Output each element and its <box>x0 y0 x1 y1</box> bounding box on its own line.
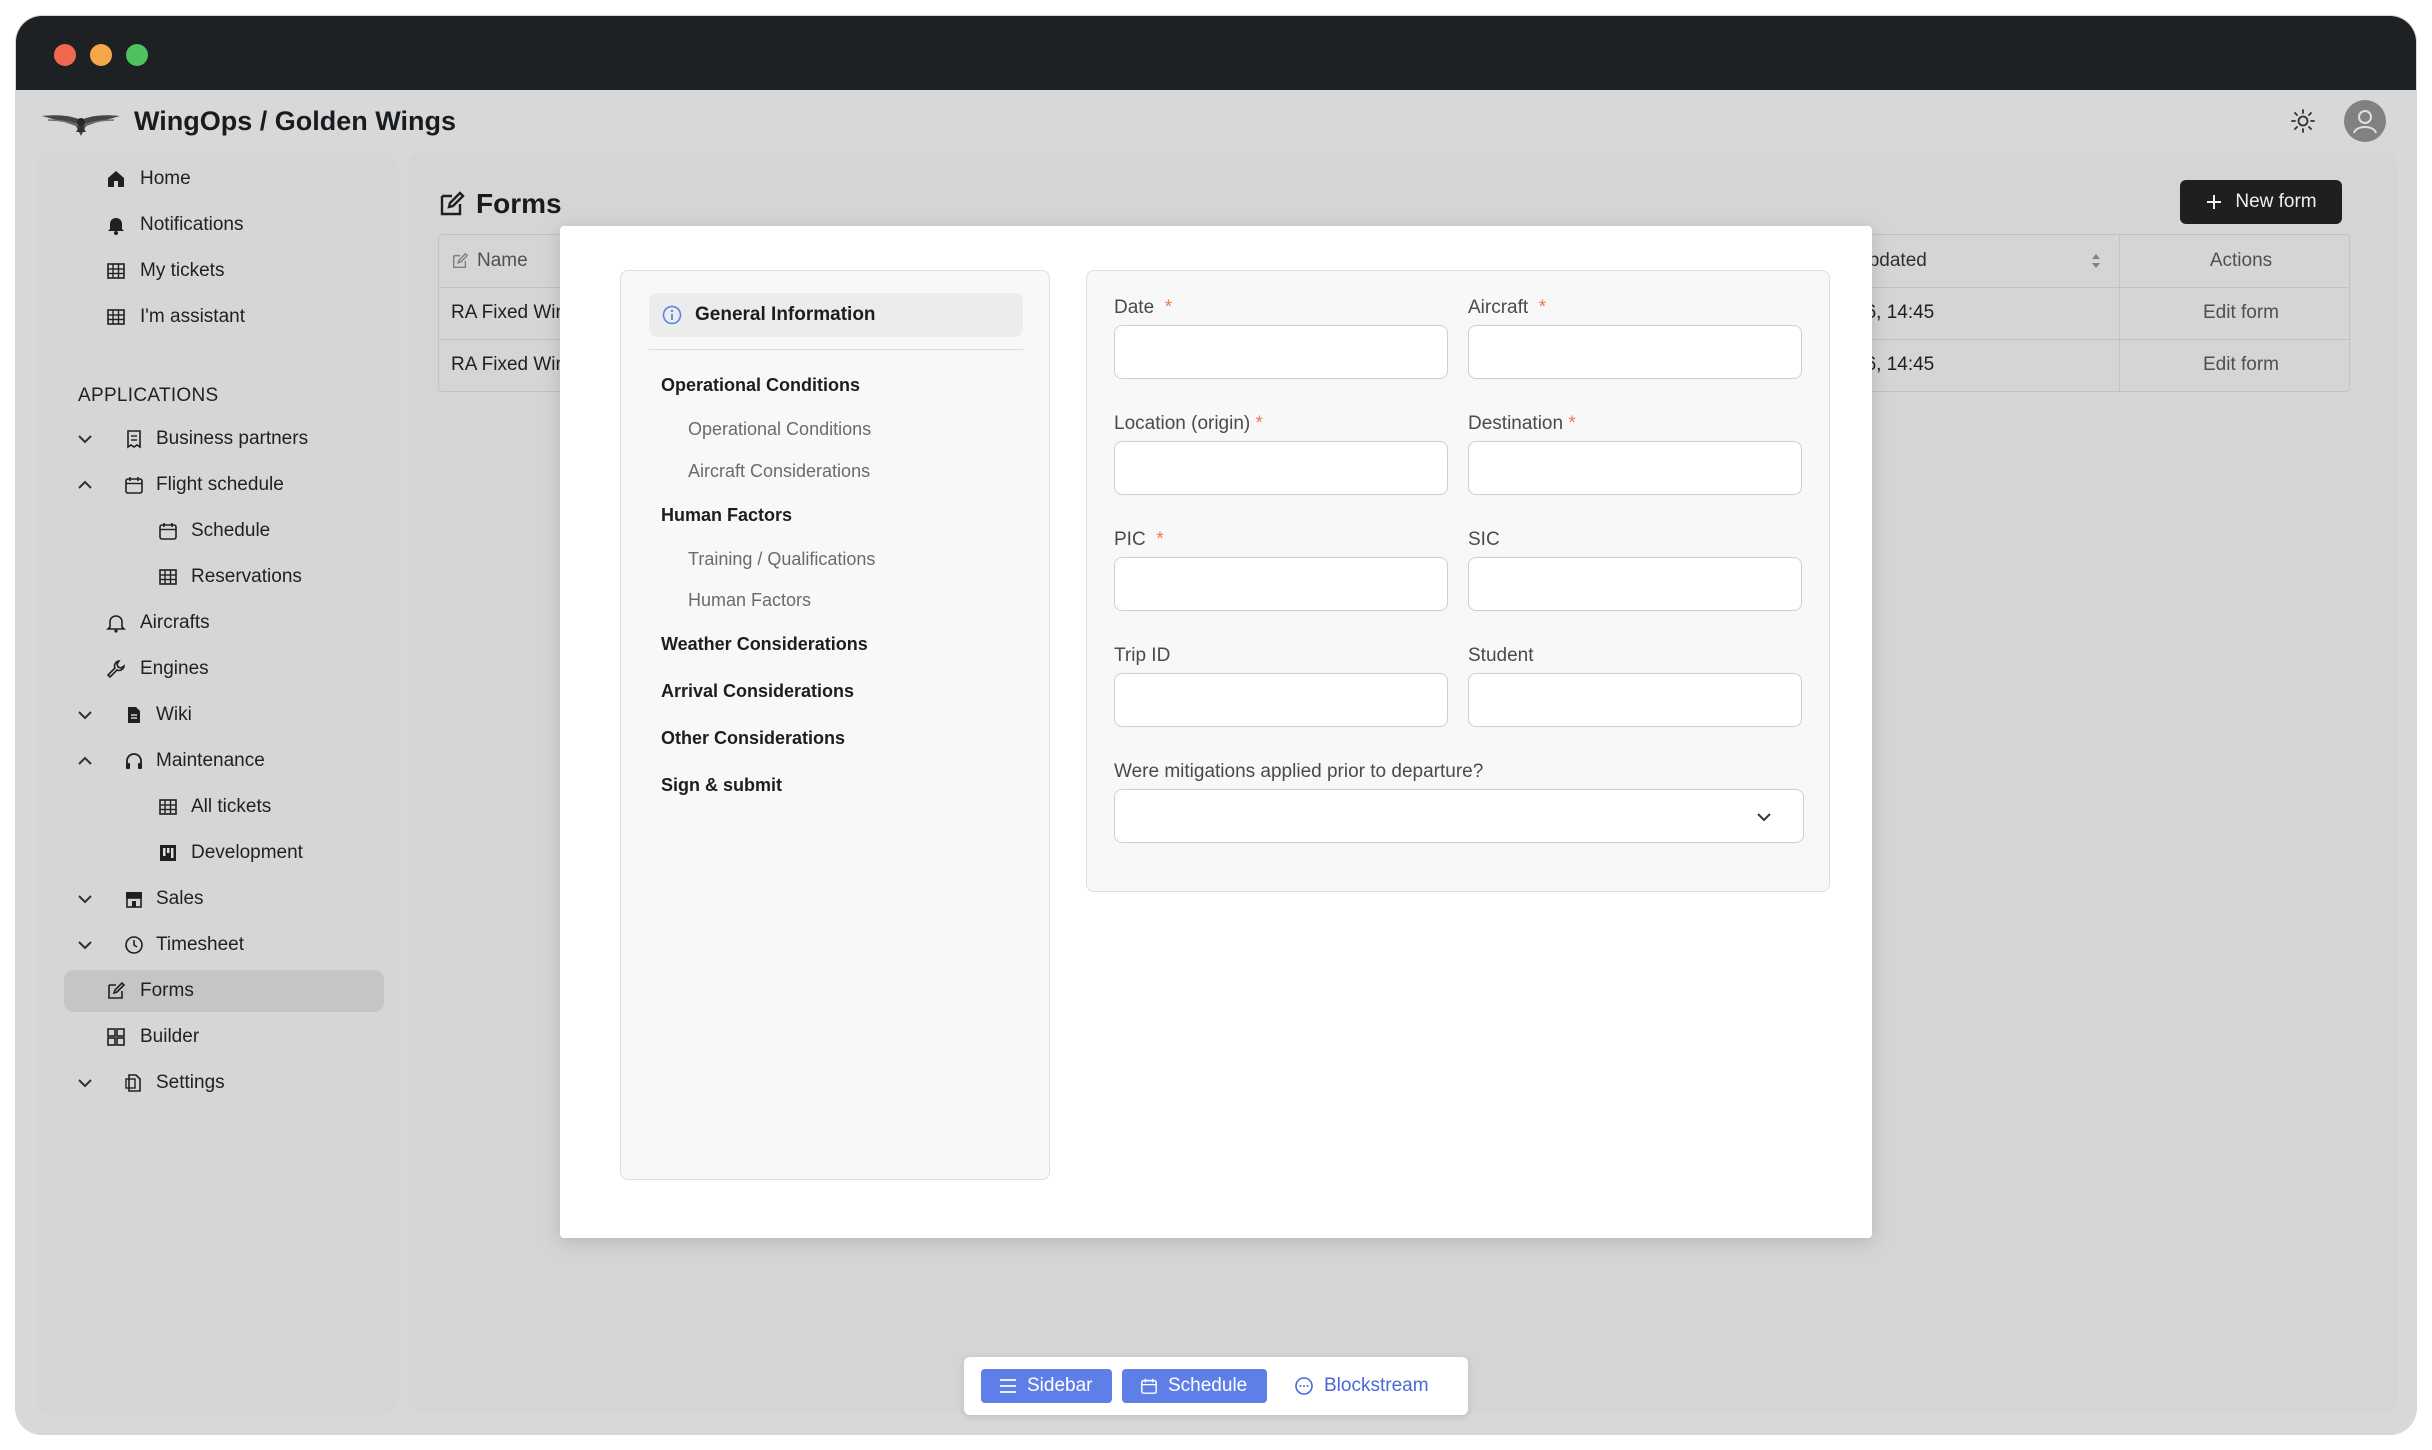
minimize-window-button[interactable] <box>90 44 112 66</box>
student-input[interactable] <box>1468 673 1802 727</box>
app-window: WingOps / Golden Wings Home Notification… <box>16 16 2416 1434</box>
step-arrival-considerations[interactable]: Arrival Considerations <box>661 681 854 702</box>
sic-input[interactable] <box>1468 557 1802 611</box>
step-label: General Information <box>695 304 876 325</box>
step-sign-submit[interactable]: Sign & submit <box>661 775 782 796</box>
chat-icon <box>1295 1377 1313 1395</box>
location-origin-input[interactable] <box>1114 441 1448 495</box>
chevron-down-icon <box>1757 813 1771 822</box>
general-information-form: Date * Aircraft * Location (origin) * De… <box>1086 270 1830 892</box>
destination-input[interactable] <box>1468 441 1802 495</box>
window-titlebar <box>16 16 2416 90</box>
blockstream-label: Blockstream <box>1324 1375 1429 1396</box>
substep-aircraft-considerations[interactable]: Aircraft Considerations <box>688 461 870 482</box>
form-modal: General Information Operational Conditio… <box>560 226 1872 1238</box>
substep-human-factors[interactable]: Human Factors <box>688 590 811 611</box>
date-label: Date * <box>1114 297 1173 318</box>
app-body: WingOps / Golden Wings Home Notification… <box>16 90 2416 1434</box>
mitigations-label: Were mitigations applied prior to depart… <box>1114 761 1484 782</box>
sidebar-toggle-button[interactable]: Sidebar <box>981 1369 1112 1403</box>
trip-id-label: Trip ID <box>1114 645 1171 666</box>
sic-label: SIC <box>1468 529 1500 550</box>
step-operational-conditions[interactable]: Operational Conditions <box>661 375 860 396</box>
student-label: Student <box>1468 645 1534 666</box>
close-window-button[interactable] <box>54 44 76 66</box>
pic-label: PIC * <box>1114 529 1164 550</box>
calendar-icon <box>1141 1378 1157 1394</box>
location-label: Location (origin) * <box>1114 413 1263 434</box>
date-input[interactable] <box>1114 325 1448 379</box>
substep-training-qualifications[interactable]: Training / Qualifications <box>688 549 875 570</box>
step-other-considerations[interactable]: Other Considerations <box>661 728 845 749</box>
bottom-toolbar: Sidebar Schedule Blockstream <box>964 1357 1468 1415</box>
substep-operational-conditions[interactable]: Operational Conditions <box>688 419 871 440</box>
step-general-information[interactable]: General Information <box>649 293 1023 337</box>
mitigations-select[interactable] <box>1114 789 1804 843</box>
aircraft-label: Aircraft * <box>1468 297 1547 318</box>
maximize-window-button[interactable] <box>126 44 148 66</box>
destination-label: Destination * <box>1468 413 1576 434</box>
menu-icon <box>1000 1379 1016 1393</box>
step-human-factors[interactable]: Human Factors <box>661 505 792 526</box>
form-steps-panel: General Information Operational Conditio… <box>620 270 1050 1180</box>
aircraft-input[interactable] <box>1468 325 1802 379</box>
steps-divider <box>649 349 1023 350</box>
info-icon <box>662 305 682 325</box>
step-weather-considerations[interactable]: Weather Considerations <box>661 634 868 655</box>
pic-input[interactable] <box>1114 557 1448 611</box>
blockstream-button[interactable]: Blockstream <box>1294 1369 1454 1403</box>
schedule-button[interactable]: Schedule <box>1122 1369 1267 1403</box>
trip-id-input[interactable] <box>1114 673 1448 727</box>
sidebar-toggle-label: Sidebar <box>1027 1375 1093 1396</box>
schedule-label: Schedule <box>1168 1375 1248 1396</box>
